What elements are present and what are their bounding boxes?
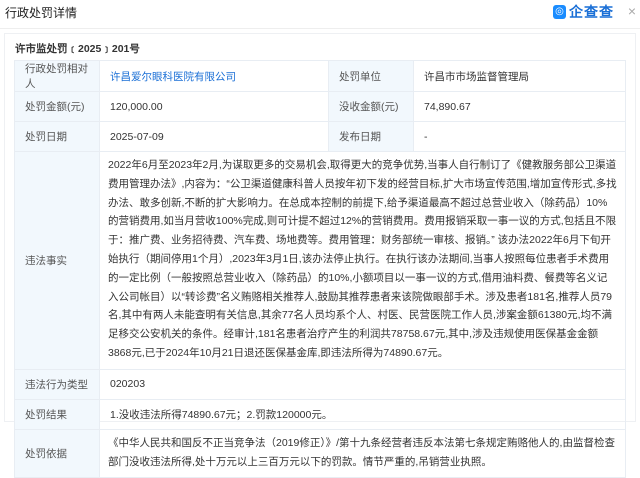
table-row: 行政处罚相对人 许昌爱尔眼科医院有限公司 处罚单位 许昌市市场监督管理局 — [15, 61, 626, 92]
table-row: 违法事实 2022年6月至2023年2月,为谋取更多的交易机会,取得更大的竞争优… — [15, 152, 626, 370]
close-icon[interactable]: × — [628, 3, 636, 19]
logo-icon: ◎ — [553, 5, 566, 19]
type-label: 违法行为类型 — [15, 369, 100, 399]
unit-label: 处罚单位 — [329, 61, 414, 92]
publish-label: 发布日期 — [329, 122, 414, 152]
table-row: 处罚依据 《中华人民共和国反不正当竞争法（2019修正）》/第十九条经营者违反本… — [15, 429, 626, 478]
detail-table: 行政处罚相对人 许昌爱尔眼科医院有限公司 处罚单位 许昌市市场监督管理局 处罚金… — [14, 60, 626, 478]
qichacha-logo: ◎ 企查查 — [553, 2, 614, 22]
fine-value: 120,000.00 — [100, 92, 329, 122]
unit-value: 许昌市市场监督管理局 — [414, 61, 626, 92]
basis-value: 《中华人民共和国反不正当竞争法（2019修正）》/第十九条经营者违反本法第七条规… — [100, 429, 626, 478]
date-label: 处罚日期 — [15, 122, 100, 152]
header: 行政处罚详情 ◎ 企查查 × — [0, 0, 640, 29]
fine-label: 处罚金额(元) — [15, 92, 100, 122]
document-number: 许市监处罚﹝2025﹞201号 — [15, 41, 140, 56]
detail-card: 许市监处罚﹝2025﹞201号 行政处罚相对人 许昌爱尔眼科医院有限公司 处罚单… — [4, 33, 636, 422]
table-row: 处罚金额(元) 120,000.00 没收金额(元) 74,890.67 — [15, 92, 626, 122]
result-value: 1.没收违法所得74890.67元；2.罚款120000元。 — [100, 399, 626, 429]
publish-value: - — [414, 122, 626, 152]
confiscate-label: 没收金额(元) — [329, 92, 414, 122]
table-row: 处罚日期 2025-07-09 发布日期 - — [15, 122, 626, 152]
confiscate-value: 74,890.67 — [414, 92, 626, 122]
dialog-title: 行政处罚详情 — [5, 4, 77, 21]
facts-value: 2022年6月至2023年2月,为谋取更多的交易机会,取得更大的竞争优势,当事人… — [100, 152, 626, 370]
logo-text: 企查查 — [569, 2, 614, 22]
date-value: 2025-07-09 — [100, 122, 329, 152]
result-label: 处罚结果 — [15, 399, 100, 429]
party-link[interactable]: 许昌爱尔眼科医院有限公司 — [110, 71, 236, 83]
party-label: 行政处罚相对人 — [15, 61, 100, 92]
facts-label: 违法事实 — [15, 152, 100, 370]
basis-label: 处罚依据 — [15, 429, 100, 478]
table-row: 违法行为类型 020203 — [15, 369, 626, 399]
table-row: 处罚结果 1.没收违法所得74890.67元；2.罚款120000元。 — [15, 399, 626, 429]
type-value: 020203 — [100, 369, 626, 399]
